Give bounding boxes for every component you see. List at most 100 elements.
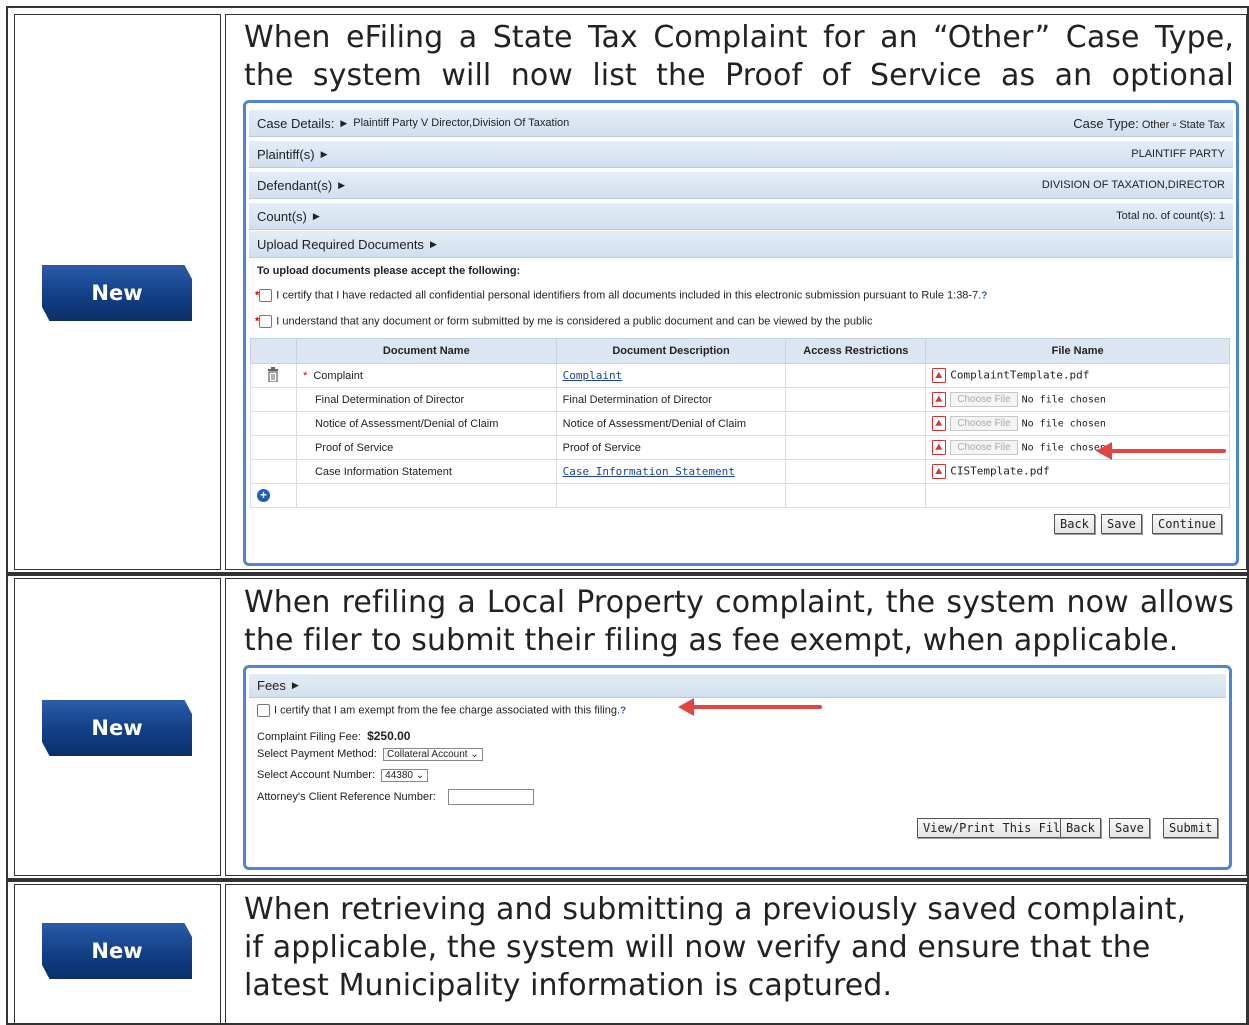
file-status: No file chosen <box>1021 442 1106 454</box>
fee-exempt-text: I certify that I am exempt from the fee … <box>274 704 621 717</box>
table-row: Notice of Assessment/Denial of Claim Not… <box>250 411 1230 436</box>
account-number-select[interactable]: 44380 ⌄ <box>381 769 429 782</box>
release-notes-table: New When eFiling a State Tax Complaint f… <box>0 0 1249 1025</box>
table-row: Proof of Service Proof of Service Choose… <box>250 435 1230 460</box>
upload-label: Upload Required Documents <box>257 236 424 252</box>
file-name[interactable]: CISTemplate.pdf <box>950 464 1049 477</box>
certify-public-checkbox[interactable] <box>259 315 273 328</box>
plaintiff-label: Plaintiff(s) <box>257 146 315 162</box>
trash-icon[interactable] <box>267 366 279 383</box>
efiling-screenshot: Case Details: ▶ Plaintiff Party V Director… <box>243 100 1239 566</box>
submit-button[interactable]: Submit <box>1163 818 1219 838</box>
access-cell <box>785 363 927 388</box>
doc-name: Complaint <box>313 369 363 382</box>
certify-public-text: I understand that any document or form s… <box>276 315 873 328</box>
choose-file-button[interactable]: Choose File <box>950 392 1018 408</box>
case-type-value: Other ▫ State Tax <box>1141 118 1225 131</box>
add-circle-icon[interactable]: + <box>257 489 270 502</box>
fee-row: Complaint Filing Fee: $250.00 <box>257 729 410 743</box>
required-mark: * <box>302 369 308 382</box>
upload-bar[interactable]: Upload Required Documents ▶ <box>249 231 1233 258</box>
save-button[interactable]: Save <box>1109 818 1150 838</box>
pdf-icon <box>932 368 947 383</box>
help-icon[interactable]: ? <box>981 290 987 301</box>
save-button[interactable]: Save <box>1101 514 1142 534</box>
blank-header <box>250 338 297 364</box>
new-badge: New <box>42 923 192 979</box>
row-2-description: When refiling a Local Property complaint… <box>244 585 1234 658</box>
fees-screenshot: Fees ▶ I certify that I am exempt from th… <box>243 665 1232 870</box>
case-details-label: Case Details: <box>257 115 335 131</box>
arrow-icon <box>678 698 822 716</box>
doc-desc: Final Determination of Director <box>555 387 787 412</box>
triangle-right-icon: ▶ <box>340 117 348 128</box>
table-row: Case Information Statement Case Informat… <box>250 459 1230 484</box>
account-label: Select Account Number: <box>257 769 376 781</box>
defendant-label: Defendant(s) <box>257 177 333 193</box>
count-label: Count(s) <box>257 208 307 224</box>
reference-input[interactable] <box>448 789 535 805</box>
choose-file-button[interactable]: Choose File <box>950 440 1018 456</box>
new-badge: New <box>42 700 192 756</box>
back-button[interactable]: Back <box>1054 514 1095 534</box>
column-header: Access Restrictions <box>785 338 927 364</box>
fee-exempt-checkbox[interactable] <box>257 704 270 717</box>
triangle-right-icon: ▶ <box>338 179 346 190</box>
reference-label: Attorney's Client Reference Number: <box>257 790 436 803</box>
certify-public-row: * I understand that any document or form … <box>255 315 872 328</box>
count-bar[interactable]: Count(s) ▶ Total no. of count(s): 1 <box>249 203 1233 230</box>
payment-label: Select Payment Method: <box>257 748 377 760</box>
column-header: Document Description <box>555 338 787 364</box>
column-header: Document Name <box>295 338 557 364</box>
payment-method-select[interactable]: Collateral Account ⌄ <box>382 748 483 761</box>
reference-row: Attorney's Client Reference Number: <box>257 789 535 805</box>
pdf-icon <box>932 415 947 431</box>
chevron-down-icon: ⌄ <box>415 770 425 781</box>
case-details-bar[interactable]: Case Details: ▶ Plaintiff Party V Director… <box>249 110 1233 137</box>
file-name[interactable]: ComplaintTemplate.pdf <box>950 368 1089 381</box>
triangle-right-icon: ▶ <box>429 238 437 249</box>
defendant-value: DIVISION OF TAXATION,DIRECTOR <box>1041 179 1225 191</box>
doc-desc-link[interactable]: Complaint <box>563 369 623 382</box>
case-details-value: Plaintiff Party V Director,Division Of T… <box>353 117 570 129</box>
table-row: * Complaint Complaint ComplaintTemplate.… <box>250 363 1230 388</box>
documents-table: Document Name Document Description Acces… <box>250 338 1230 508</box>
case-type-label: Case Type: <box>1073 115 1139 131</box>
new-badge: New <box>42 265 192 321</box>
fee-exempt-row: I certify that I am exempt from the fee … <box>257 704 626 717</box>
certify-redaction-text: I certify that I have redacted all confi… <box>276 289 982 302</box>
choose-file-button[interactable]: Choose File <box>950 416 1018 432</box>
help-icon[interactable]: ? <box>620 705 626 716</box>
row-3-description: When retrieving and submitting a previou… <box>244 892 1187 1003</box>
doc-name: Case Information Statement <box>295 459 557 484</box>
count-value: Total no. of count(s): 1 <box>1116 210 1225 222</box>
back-button[interactable]: Back <box>1060 818 1101 838</box>
column-header: File Name <box>925 338 1230 364</box>
certify-redaction-row: * I certify that I have redacted all conf… <box>255 289 987 302</box>
doc-desc: Notice of Assessment/Denial of Claim <box>555 411 787 436</box>
chevron-down-icon: ⌄ <box>470 749 479 760</box>
defendant-bar[interactable]: Defendant(s) ▶ DIVISION OF TAXATION,DIREC… <box>249 172 1233 199</box>
fee-value: $250.00 <box>367 729 411 743</box>
fees-label: Fees <box>257 678 286 693</box>
triangle-right-icon: ▶ <box>312 210 320 221</box>
doc-name: Final Determination of Director <box>295 387 557 412</box>
account-row: Select Account Number: 44380 ⌄ <box>257 769 429 782</box>
plaintiff-bar[interactable]: Plaintiff(s) ▶ PLAINTIFF PARTY <box>249 141 1233 168</box>
fees-bar[interactable]: Fees ▶ <box>249 674 1226 698</box>
doc-desc: Proof of Service <box>555 435 787 460</box>
fee-label: Complaint Filing Fee: <box>257 731 361 743</box>
certify-redaction-checkbox[interactable] <box>259 289 273 302</box>
doc-name: Proof of Service <box>295 435 557 460</box>
file-status: No file chosen <box>1021 394 1106 406</box>
pdf-icon <box>932 391 947 407</box>
trash-cell[interactable] <box>250 363 297 388</box>
doc-desc-link[interactable]: Case Information Statement <box>563 465 735 478</box>
continue-button[interactable]: Continue <box>1152 514 1222 534</box>
table-row: + <box>250 483 1230 508</box>
table-row: Final Determination of Director Final De… <box>250 387 1230 412</box>
plaintiff-value: PLAINTIFF PARTY <box>1131 148 1225 160</box>
doc-name: Notice of Assessment/Denial of Claim <box>295 411 557 436</box>
pdf-icon <box>932 439 947 455</box>
table-header-row: Document Name Document Description Acces… <box>250 338 1230 364</box>
